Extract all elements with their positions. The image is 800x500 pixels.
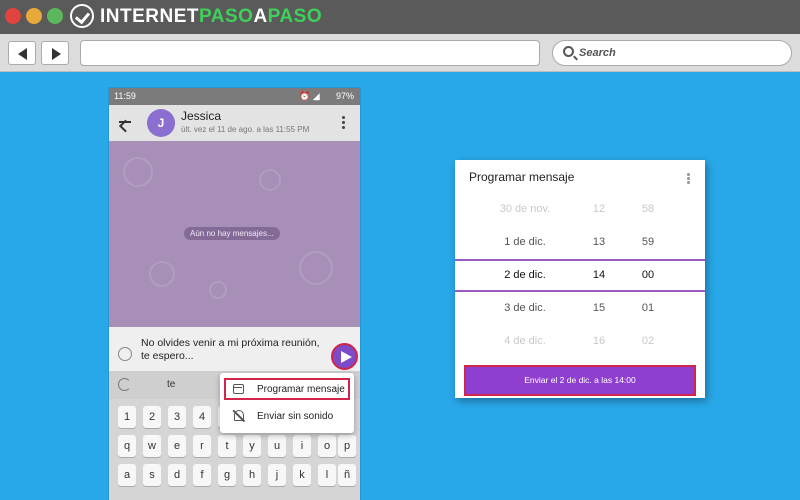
avatar[interactable]: J xyxy=(147,109,175,137)
picker-row[interactable]: 1 de dic. 13 59 xyxy=(455,236,705,256)
site-logo: INTERNETPASOAPASO xyxy=(100,6,323,27)
send-options-menu: Programar mensaje Enviar sin sonido xyxy=(220,373,354,433)
last-seen-status: últ. vez el 11 de ago. a las 11:55 PM xyxy=(181,125,310,134)
calendar-icon xyxy=(233,384,244,394)
status-icons: ⏰ ◢ xyxy=(299,91,320,101)
back-arrow-icon[interactable] xyxy=(119,121,131,123)
key[interactable]: t xyxy=(218,435,236,457)
phone-screen: 11:59 ⏰ ◢ 97% J Jessica últ. vez el 11 d… xyxy=(109,88,360,500)
browser-navbar: Search xyxy=(0,34,800,72)
key[interactable]: g xyxy=(218,464,236,486)
key[interactable]: i xyxy=(293,435,311,457)
bell-off-icon xyxy=(234,410,244,421)
logo-check-icon xyxy=(70,4,94,28)
status-time: 11:59 xyxy=(114,91,136,101)
doodle-decoration xyxy=(123,157,153,187)
key[interactable]: r xyxy=(193,435,211,457)
dialog-title: Programar mensaje xyxy=(469,170,575,184)
chat-area: Aún no hay mensajes... xyxy=(109,141,360,327)
browser-titlebar: INTERNETPASOAPASO xyxy=(0,0,800,34)
contact-name[interactable]: Jessica xyxy=(181,109,221,123)
schedule-message-label: Programar mensaje xyxy=(257,384,345,395)
key[interactable]: d xyxy=(168,464,186,486)
key[interactable]: e xyxy=(168,435,186,457)
key[interactable]: w xyxy=(143,435,161,457)
forward-button[interactable] xyxy=(41,41,69,65)
picker-minute: 02 xyxy=(641,335,655,347)
key[interactable]: s xyxy=(143,464,161,486)
key[interactable]: q xyxy=(118,435,136,457)
more-options-icon[interactable] xyxy=(342,116,345,130)
message-composer[interactable]: No olvides venir a mi próxima reunión, t… xyxy=(109,327,360,371)
arrow-right-icon xyxy=(52,48,61,60)
key[interactable]: j xyxy=(268,464,286,486)
picker-date: 3 de dic. xyxy=(504,302,546,314)
address-bar[interactable] xyxy=(80,40,540,66)
send-scheduled-button[interactable]: Enviar el 2 de dic. a las 14:00 xyxy=(464,365,696,396)
doodle-decoration xyxy=(149,261,175,287)
picker-row[interactable]: 3 de dic. 15 01 xyxy=(455,302,705,322)
emoji-icon[interactable] xyxy=(118,347,132,361)
back-button[interactable] xyxy=(8,41,36,65)
send-button[interactable] xyxy=(331,343,358,370)
search-placeholder: Search xyxy=(579,47,616,59)
doodle-decoration xyxy=(299,251,333,285)
picker-hour: 15 xyxy=(592,302,606,314)
key[interactable]: h xyxy=(243,464,261,486)
key[interactable]: u xyxy=(268,435,286,457)
minimize-window-icon[interactable] xyxy=(26,8,42,24)
message-input[interactable]: No olvides venir a mi próxima reunión, t… xyxy=(141,337,331,363)
empty-chat-notice: Aún no hay mensajes... xyxy=(184,227,280,240)
picker-date: 2 de dic. xyxy=(504,269,546,281)
arrow-left-icon xyxy=(18,48,27,60)
schedule-dialog: Programar mensaje 30 de nov. 12 58 1 de … xyxy=(455,160,705,398)
doodle-decoration xyxy=(209,281,227,299)
key[interactable]: o xyxy=(318,435,336,457)
picker-row[interactable]: 30 de nov. 12 58 xyxy=(455,203,705,223)
chat-header: J Jessica últ. vez el 11 de ago. a las 1… xyxy=(109,105,360,141)
key[interactable]: y xyxy=(243,435,261,457)
status-bar: 11:59 ⏰ ◢ 97% xyxy=(109,88,360,105)
selection-line-top xyxy=(455,259,705,261)
send-silent-label: Enviar sin sonido xyxy=(257,411,334,422)
key[interactable]: f xyxy=(193,464,211,486)
battery-level: 97% xyxy=(335,91,354,101)
key[interactable]: 1 xyxy=(118,406,136,428)
picker-hour: 13 xyxy=(592,236,606,248)
picker-hour: 14 xyxy=(592,269,606,281)
picker-row[interactable]: 4 de dic. 16 02 xyxy=(455,335,705,355)
picker-minute: 01 xyxy=(641,302,655,314)
close-window-icon[interactable] xyxy=(5,8,21,24)
doodle-decoration xyxy=(259,169,281,191)
picker-hour: 16 xyxy=(592,335,606,347)
key[interactable]: 4 xyxy=(193,406,211,428)
picker-minute: 58 xyxy=(641,203,655,215)
selection-line-bottom xyxy=(455,290,705,292)
picker-row-selected[interactable]: 2 de dic. 14 00 xyxy=(455,269,705,289)
picker-hour: 12 xyxy=(592,203,606,215)
search-input[interactable]: Search xyxy=(552,40,792,66)
search-icon xyxy=(563,46,574,57)
dialog-more-icon[interactable] xyxy=(687,173,690,184)
picker-date: 1 de dic. xyxy=(504,236,546,248)
menu-item-send-silent[interactable]: Enviar sin sonido xyxy=(220,404,354,430)
key[interactable]: a xyxy=(118,464,136,486)
key[interactable]: 2 xyxy=(143,406,161,428)
picker-date: 4 de dic. xyxy=(504,335,546,347)
key[interactable]: l xyxy=(318,464,336,486)
key[interactable]: p xyxy=(338,435,356,457)
key[interactable]: ñ xyxy=(338,464,356,486)
send-icon xyxy=(341,351,352,363)
picker-minute: 00 xyxy=(641,269,655,281)
key[interactable]: 3 xyxy=(168,406,186,428)
rotate-icon[interactable] xyxy=(118,378,131,391)
suggestion-word[interactable]: te xyxy=(167,379,175,390)
picker-date: 30 de nov. xyxy=(499,203,551,215)
maximize-window-icon[interactable] xyxy=(47,8,63,24)
key[interactable]: k xyxy=(293,464,311,486)
menu-item-schedule-message[interactable]: Programar mensaje xyxy=(220,377,354,403)
picker-minute: 59 xyxy=(641,236,655,248)
